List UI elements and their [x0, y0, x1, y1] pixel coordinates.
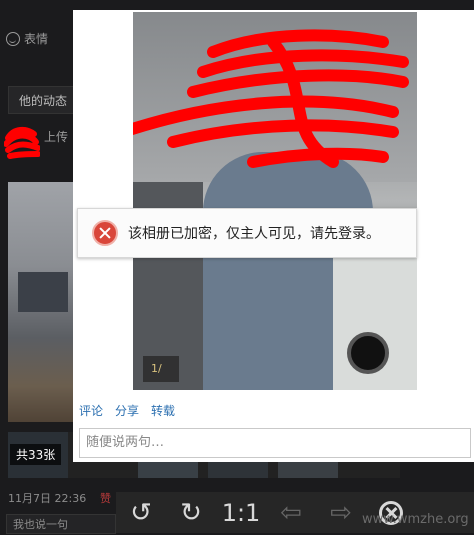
actual-size-button[interactable]: 1:1 — [216, 492, 266, 533]
photo-count-badge: 共33张 — [10, 444, 62, 465]
smile-icon — [6, 31, 20, 46]
upload-text: 上传 — [44, 130, 69, 144]
rotate-right-icon[interactable]: ↻ — [166, 492, 216, 533]
reply-input[interactable]: 我也说一句 — [6, 514, 116, 534]
rotate-left-icon[interactable]: ↺ — [116, 492, 166, 533]
photo-popup: 1/ 该相册已加密，仅主人可见，请先登录。 评论 分享 转载 随便说两句… — [73, 10, 474, 462]
page-indicator: 1/ — [143, 356, 179, 382]
window-shape — [18, 272, 68, 312]
alert-message: 该相册已加密，仅主人可见，请先登录。 — [128, 226, 380, 242]
lens — [347, 332, 389, 374]
watermark: www.wmzhe.org — [362, 512, 469, 527]
emoji-button[interactable]: 表情 — [6, 30, 48, 47]
repost-link[interactable]: 转载 — [151, 402, 175, 419]
comment-input[interactable]: 随便说两句… — [79, 428, 471, 458]
redacted-avatar — [4, 126, 40, 159]
left-photo-thumbnail[interactable] — [8, 182, 74, 422]
action-links: 评论 分享 转载 — [79, 402, 175, 419]
next-arrow-icon[interactable]: ⇨ — [316, 492, 366, 533]
like-link[interactable]: 赞 — [100, 490, 111, 506]
tab-his-dynamics[interactable]: 他的动态 — [8, 86, 78, 114]
encrypted-album-alert: 该相册已加密，仅主人可见，请先登录。 — [77, 208, 417, 258]
redaction-scribble — [133, 29, 409, 168]
comment-link[interactable]: 评论 — [79, 402, 103, 419]
prev-arrow-icon[interactable]: ⇦ — [266, 492, 316, 533]
emoji-label: 表情 — [24, 32, 49, 46]
error-icon — [92, 220, 118, 246]
timestamp: 11月7日 22:36 — [8, 492, 87, 505]
photo-viewer[interactable]: 1/ — [133, 12, 417, 390]
share-link[interactable]: 分享 — [115, 402, 139, 419]
